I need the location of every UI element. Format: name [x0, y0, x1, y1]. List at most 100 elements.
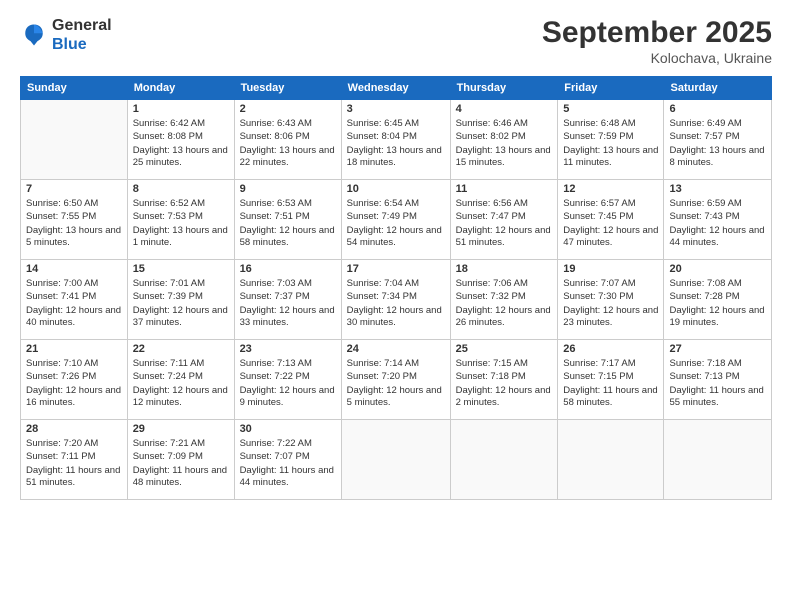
day-number: 6 — [669, 103, 766, 115]
calendar-cell: 9Sunrise: 6:53 AMSunset: 7:51 PMDaylight… — [234, 180, 341, 260]
cell-content: 18Sunrise: 7:06 AMSunset: 7:32 PMDayligh… — [456, 263, 553, 329]
calendar-table: SundayMondayTuesdayWednesdayThursdayFrid… — [20, 76, 772, 500]
sunrise-text: Sunrise: 7:14 AM — [347, 358, 445, 370]
sunset-text: Sunset: 7:47 PM — [456, 211, 553, 223]
calendar-cell — [21, 100, 128, 180]
calendar-header-monday: Monday — [127, 77, 234, 100]
daylight-text: Daylight: 12 hours and 54 minutes. — [347, 225, 445, 250]
sunset-text: Sunset: 7:30 PM — [563, 291, 658, 303]
sunrise-text: Sunrise: 7:04 AM — [347, 278, 445, 290]
calendar-cell — [558, 420, 664, 500]
sunset-text: Sunset: 7:13 PM — [669, 371, 766, 383]
sunset-text: Sunset: 7:41 PM — [26, 291, 122, 303]
daylight-text: Daylight: 11 hours and 58 minutes. — [563, 385, 658, 410]
calendar-header-friday: Friday — [558, 77, 664, 100]
day-number: 3 — [347, 103, 445, 115]
daylight-text: Daylight: 12 hours and 40 minutes. — [26, 305, 122, 330]
calendar-cell: 28Sunrise: 7:20 AMSunset: 7:11 PMDayligh… — [21, 420, 128, 500]
sunset-text: Sunset: 7:11 PM — [26, 451, 122, 463]
day-number: 22 — [133, 343, 229, 355]
sunset-text: Sunset: 7:51 PM — [240, 211, 336, 223]
daylight-text: Daylight: 11 hours and 51 minutes. — [26, 465, 122, 490]
page: General Blue September 2025 Kolochava, U… — [0, 0, 792, 612]
calendar-cell — [341, 420, 450, 500]
cell-content: 20 Sunrise: 7:08 AMSunset: 7:28 PM Dayligh… — [669, 263, 766, 329]
sunset-text: Sunset: 7:28 PM — [669, 291, 766, 303]
sunset-text: Sunset: 7:34 PM — [347, 291, 445, 303]
sunrise-text: Sunrise: 6:57 AM — [563, 198, 658, 210]
sunrise-text: Sunrise: 6:45 AM — [347, 118, 445, 130]
cell-content: 27Sunrise: 7:18 AMSunset: 7:13 PMDayligh… — [669, 343, 766, 409]
sunrise-text: Sunrise: 7:13 AM — [240, 358, 336, 370]
sunrise-text: Sunrise: 6:42 AM — [133, 118, 229, 130]
calendar-cell: 6Sunrise: 6:49 AMSunset: 7:57 PMDaylight… — [664, 100, 772, 180]
day-number: 8 — [133, 183, 229, 195]
cell-content: 25Sunrise: 7:15 AMSunset: 7:18 PMDayligh… — [456, 343, 553, 409]
calendar-cell: 8Sunrise: 6:52 AMSunset: 7:53 PMDaylight… — [127, 180, 234, 260]
cell-content: 30Sunrise: 7:22 AMSunset: 7:07 PMDayligh… — [240, 423, 336, 489]
daylight-text: Daylight: 12 hours and 37 minutes. — [133, 305, 229, 330]
calendar-cell: 14Sunrise: 7:00 AMSunset: 7:41 PMDayligh… — [21, 260, 128, 340]
cell-content: 8Sunrise: 6:52 AMSunset: 7:53 PMDaylight… — [133, 183, 229, 249]
day-number: 24 — [347, 343, 445, 355]
logo-text: General Blue — [52, 16, 112, 54]
calendar-cell: 20 Sunrise: 7:08 AMSunset: 7:28 PM Dayligh… — [664, 260, 772, 340]
location: Kolochava, Ukraine — [542, 50, 772, 66]
cell-content: 14Sunrise: 7:00 AMSunset: 7:41 PMDayligh… — [26, 263, 122, 329]
sunrise-text: Sunrise: 7:03 AM — [240, 278, 336, 290]
calendar-cell: 1Sunrise: 6:42 AMSunset: 8:08 PMDaylight… — [127, 100, 234, 180]
day-number: 25 — [456, 343, 553, 355]
daylight-text: Daylight: 12 hours and 30 minutes. — [347, 305, 445, 330]
cell-content: 17Sunrise: 7:04 AMSunset: 7:34 PMDayligh… — [347, 263, 445, 329]
logo: General Blue — [20, 16, 112, 54]
cell-content: 23Sunrise: 7:13 AMSunset: 7:22 PMDayligh… — [240, 343, 336, 409]
daylight-text: Daylight: 12 hours and 16 minutes. — [26, 385, 122, 410]
daylight-text: Daylight: 12 hours and 2 minutes. — [456, 385, 553, 410]
cell-content: 21Sunrise: 7:10 AMSunset: 7:26 PMDayligh… — [26, 343, 122, 409]
calendar-cell: 19Sunrise: 7:07 AMSunset: 7:30 PMDayligh… — [558, 260, 664, 340]
sunset-text: Sunset: 7:49 PM — [347, 211, 445, 223]
calendar-week-5: 28Sunrise: 7:20 AMSunset: 7:11 PMDayligh… — [21, 420, 772, 500]
cell-content: 4Sunrise: 6:46 AMSunset: 8:02 PMDaylight… — [456, 103, 553, 169]
sunrise-text: Sunrise: 7:21 AM — [133, 438, 229, 450]
sunrise-text: Sunrise: 7:22 AM — [240, 438, 336, 450]
calendar-cell: 24Sunrise: 7:14 AMSunset: 7:20 PMDayligh… — [341, 340, 450, 420]
sunset-text: Sunset: 8:02 PM — [456, 131, 553, 143]
cell-content: 6Sunrise: 6:49 AMSunset: 7:57 PMDaylight… — [669, 103, 766, 169]
daylight-text: Daylight: 13 hours and 22 minutes. — [240, 145, 336, 170]
cell-content: 3Sunrise: 6:45 AMSunset: 8:04 PMDaylight… — [347, 103, 445, 169]
cell-content: 28Sunrise: 7:20 AMSunset: 7:11 PMDayligh… — [26, 423, 122, 489]
daylight-text: Daylight: 12 hours and 19 minutes. — [669, 305, 766, 330]
day-number: 7 — [26, 183, 122, 195]
sunset-text: Sunset: 7:07 PM — [240, 451, 336, 463]
daylight-text: Daylight: 12 hours and 23 minutes. — [563, 305, 658, 330]
calendar-cell: 12Sunrise: 6:57 AMSunset: 7:45 PMDayligh… — [558, 180, 664, 260]
sunrise-text: Sunrise: 6:48 AM — [563, 118, 658, 130]
cell-content: 26Sunrise: 7:17 AMSunset: 7:15 PMDayligh… — [563, 343, 658, 409]
daylight-text: Daylight: 11 hours and 44 minutes. — [240, 465, 336, 490]
calendar-cell: 3Sunrise: 6:45 AMSunset: 8:04 PMDaylight… — [341, 100, 450, 180]
sunset-text: Sunset: 7:39 PM — [133, 291, 229, 303]
sunrise-text: Sunrise: 7:08 AM — [669, 278, 766, 290]
sunset-text: Sunset: 7:15 PM — [563, 371, 658, 383]
sunset-text: Sunset: 7:22 PM — [240, 371, 336, 383]
cell-content: 10Sunrise: 6:54 AMSunset: 7:49 PMDayligh… — [347, 183, 445, 249]
month-title: September 2025 — [542, 16, 772, 50]
daylight-text: Daylight: 12 hours and 51 minutes. — [456, 225, 553, 250]
daylight-text: Daylight: 11 hours and 55 minutes. — [669, 385, 766, 410]
daylight-text: Daylight: 13 hours and 1 minute. — [133, 225, 229, 250]
calendar-header-sunday: Sunday — [21, 77, 128, 100]
sunset-text: Sunset: 7:32 PM — [456, 291, 553, 303]
cell-content: 16Sunrise: 7:03 AMSunset: 7:37 PMDayligh… — [240, 263, 336, 329]
sunset-text: Sunset: 7:26 PM — [26, 371, 122, 383]
calendar-cell: 16Sunrise: 7:03 AMSunset: 7:37 PMDayligh… — [234, 260, 341, 340]
calendar-cell: 11Sunrise: 6:56 AMSunset: 7:47 PMDayligh… — [450, 180, 558, 260]
sunrise-text: Sunrise: 7:00 AM — [26, 278, 122, 290]
calendar-cell: 13Sunrise: 6:59 AMSunset: 7:43 PMDayligh… — [664, 180, 772, 260]
calendar-cell: 2Sunrise: 6:43 AMSunset: 8:06 PMDaylight… — [234, 100, 341, 180]
sunrise-text: Sunrise: 7:20 AM — [26, 438, 122, 450]
daylight-text: Daylight: 13 hours and 8 minutes. — [669, 145, 766, 170]
day-number: 20 — [669, 263, 766, 275]
sunrise-text: Sunrise: 6:43 AM — [240, 118, 336, 130]
day-number: 10 — [347, 183, 445, 195]
